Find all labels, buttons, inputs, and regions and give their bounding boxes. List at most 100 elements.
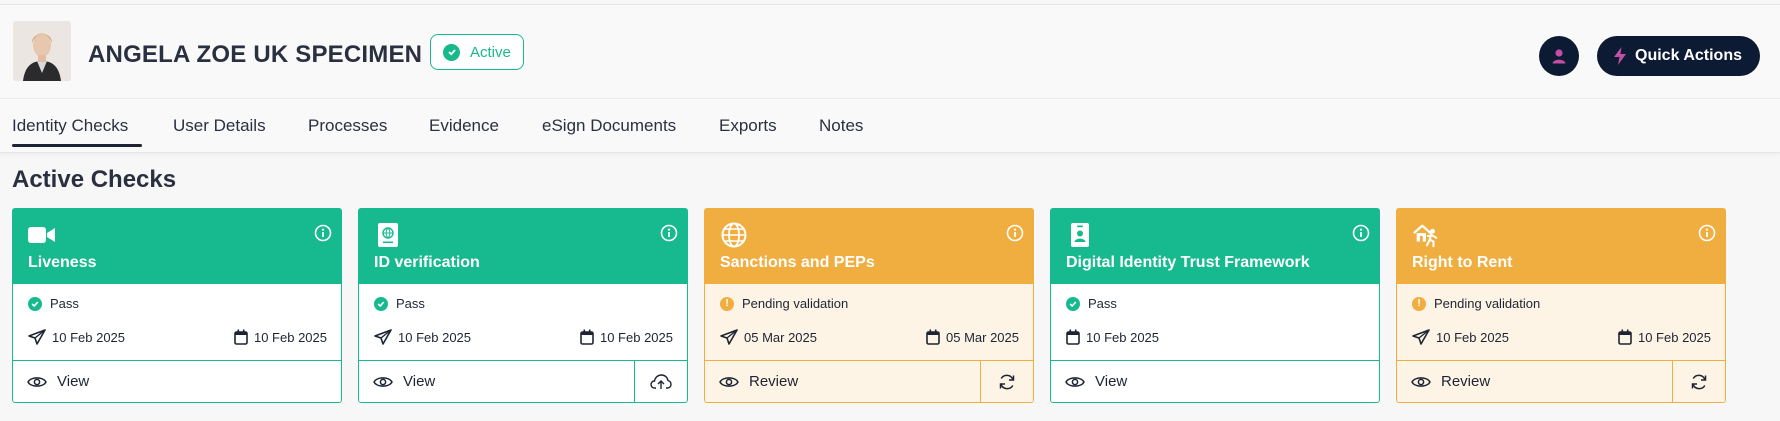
action-label: View [1095,373,1128,390]
date-sent-text: 10 Feb 2025 [52,329,126,345]
calendar-icon [234,329,248,345]
tab-exports[interactable]: Exports [719,116,777,136]
profile-header: ANGELA ZOE UK SPECIMEN Active Quick Acti… [0,5,1780,98]
user-menu-button[interactable] [1539,36,1579,76]
date-completed-text: 10 Feb 2025 [599,329,673,345]
status-text: Pass [1088,296,1117,311]
tab-user-details[interactable]: User Details [173,116,266,136]
eye-icon [719,376,739,387]
date-completed-text: 05 Mar 2025 [946,329,1019,345]
action-label: Review [749,373,799,390]
status-text: Pending validation [1434,296,1541,311]
calendar-icon [1618,329,1632,345]
date-completed: 10 Feb 2025 [580,329,673,345]
tab-esign-documents[interactable]: eSign Documents [542,116,676,136]
refresh-button[interactable] [980,361,1033,402]
quick-actions-button[interactable]: Quick Actions [1597,36,1760,76]
check-circle-icon [28,296,42,311]
paper-plane-icon [28,329,46,345]
review-button[interactable]: Review [1397,361,1672,402]
status-text: Pending validation [742,296,849,311]
view-button[interactable]: View [13,361,341,402]
video-camera-icon [28,221,56,249]
check-status: ! Pending validation [720,296,848,311]
check-circle-icon [374,296,388,311]
status-label: Active [470,43,511,61]
date-completed: 10 Feb 2025 [1066,329,1159,345]
action-label: View [403,373,436,390]
info-icon[interactable] [314,224,332,242]
date-sent: 10 Feb 2025 [28,329,125,345]
status-badge: Active [430,34,524,70]
status-text: Pass [396,296,425,311]
date-completed: 10 Feb 2025 [1618,329,1711,345]
card-footer: View [358,360,688,403]
info-icon[interactable] [1352,224,1370,242]
info-icon[interactable] [660,224,678,242]
eye-icon [373,376,393,387]
check-card-sanctions-and-peps: Sanctions and PEPs ! Pending validation … [704,208,1034,403]
user-icon [1552,49,1566,64]
card-header: Liveness [12,208,342,284]
status-text: Pass [50,296,79,311]
quick-actions-label: Quick Actions [1635,47,1742,64]
refresh-button[interactable] [1672,361,1725,402]
calendar-icon [1066,329,1080,345]
tab-identity-checks[interactable]: Identity Checks [12,116,128,136]
paper-plane-icon [374,329,392,345]
review-button[interactable]: Review [705,361,980,402]
card-footer: Review [1396,360,1726,403]
calendar-icon [926,329,940,345]
check-status: Pass [374,296,425,311]
house-person-icon [1412,221,1440,249]
refresh-icon [1691,374,1707,389]
eye-icon [1411,376,1431,387]
section-title: Active Checks [12,166,177,193]
profile-photo [13,21,71,81]
date-sent: 10 Feb 2025 [374,329,471,345]
check-card-id-verification: ID verification Pass 10 Feb 2025 10 Feb … [358,208,688,403]
date-sent-text: 05 Mar 2025 [744,329,817,345]
date-sent-text: 10 Feb 2025 [398,329,472,345]
date-completed-text: 10 Feb 2025 [253,329,327,345]
card-body: Pass 10 Feb 2025 10 Feb 2025 [358,284,688,360]
date-completed: 05 Mar 2025 [926,329,1019,345]
card-footer: View [12,360,342,403]
paper-plane-icon [1412,329,1430,345]
info-icon[interactable] [1006,224,1024,242]
globe-icon [720,221,748,249]
action-label: Review [1441,373,1491,390]
card-title: Liveness [28,254,97,271]
date-completed-text: 10 Feb 2025 [1086,329,1160,345]
tab-evidence[interactable]: Evidence [429,116,499,136]
check-circle-icon [443,43,460,61]
active-tab-indicator [12,144,142,147]
check-status: ! Pending validation [1412,296,1540,311]
tab-bar: Identity Checks User Details Processes E… [0,98,1780,153]
view-button[interactable]: View [359,361,634,402]
check-card-right-to-rent: Right to Rent ! Pending validation 10 Fe… [1396,208,1726,403]
profile-name: ANGELA ZOE UK SPECIMEN [88,41,423,68]
card-title: Sanctions and PEPs [720,254,875,271]
date-sent-text: 10 Feb 2025 [1436,329,1510,345]
eye-icon [1065,376,1085,387]
card-header: Right to Rent [1396,208,1726,284]
card-header: Sanctions and PEPs [704,208,1034,284]
action-label: View [57,373,90,390]
info-icon[interactable] [1698,224,1716,242]
passport-icon [374,221,402,249]
eye-icon [27,376,47,387]
date-sent: 05 Mar 2025 [720,329,817,345]
card-body: Pass 10 Feb 2025 10 Feb 2025 [12,284,342,360]
lightning-icon [1614,47,1626,65]
card-title: Right to Rent [1412,254,1513,271]
view-button[interactable]: View [1051,361,1379,402]
warning-circle-icon: ! [720,296,734,311]
check-status: Pass [1066,296,1117,311]
tab-notes[interactable]: Notes [819,116,863,136]
card-body: ! Pending validation 05 Mar 2025 05 Mar … [704,284,1034,360]
upload-button[interactable] [634,361,687,402]
check-circle-icon [1066,296,1080,311]
date-sent: 10 Feb 2025 [1412,329,1509,345]
tab-processes[interactable]: Processes [308,116,387,136]
